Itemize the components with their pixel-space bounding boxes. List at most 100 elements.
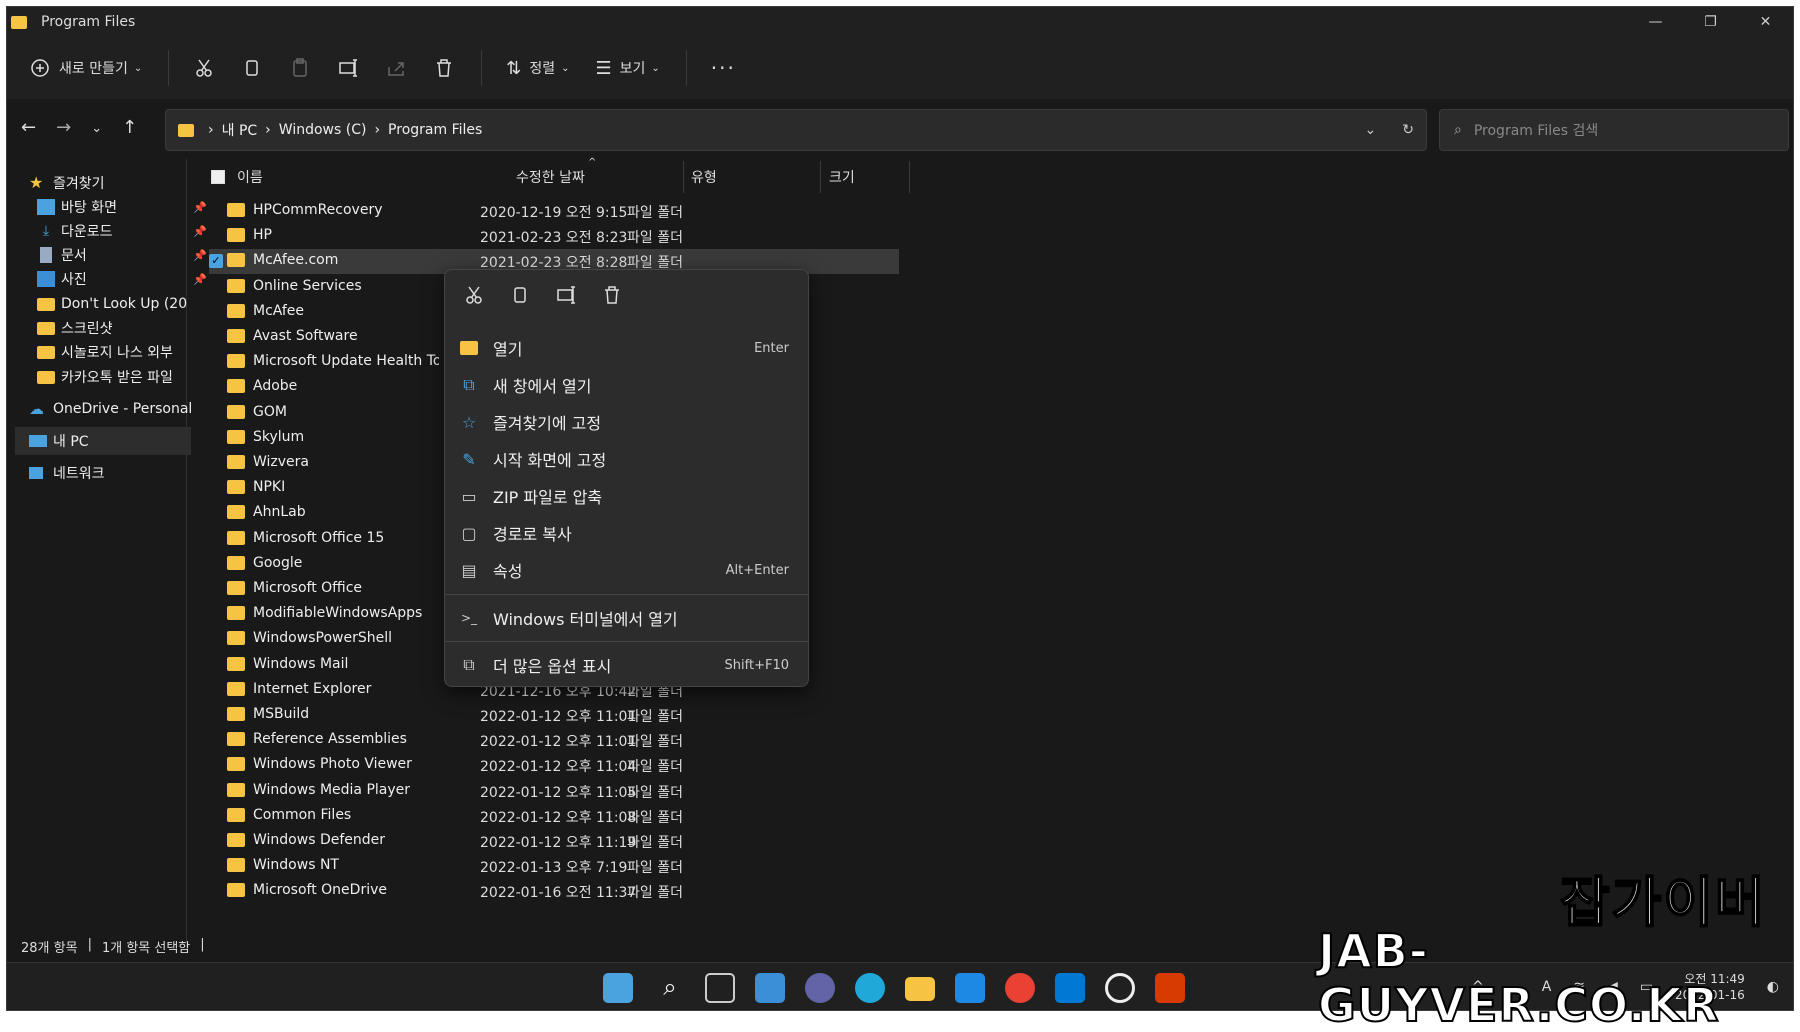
app-icon[interactable]: [1105, 973, 1135, 1003]
table-row[interactable]: Common Files 2022-01-12 오후 11:08 파일 폴더: [209, 804, 899, 829]
table-row[interactable]: Windows Photo Viewer 2022-01-12 오후 11:04 파…: [209, 753, 899, 778]
back-arrow-icon[interactable]: ←: [21, 117, 36, 141]
menu-item-copy-path[interactable]: ▢ 경로로 복사: [459, 515, 795, 551]
menu-divider: [445, 594, 808, 595]
up-arrow-icon[interactable]: ↑: [122, 117, 137, 141]
rename-icon[interactable]: [555, 284, 577, 306]
file-name: Windows Photo Viewer: [253, 756, 412, 773]
sidebar-item-onedrive[interactable]: ☁ OneDrive - Personal: [29, 395, 207, 423]
folder-icon: [227, 681, 245, 696]
file-name: HPCommRecovery: [253, 202, 383, 218]
column-header-size[interactable]: 크기: [829, 161, 855, 193]
office-icon[interactable]: [1155, 973, 1185, 1003]
more-options-button[interactable]: ···: [711, 56, 736, 80]
restore-button[interactable]: ❐: [1683, 7, 1738, 37]
menu-item-properties[interactable]: ▤ 속성 Alt+Enter: [459, 552, 795, 588]
file-type: 파일 폴더: [627, 709, 683, 725]
column-divider[interactable]: [909, 161, 910, 193]
file-date: 2021-02-23 오전 8:23: [480, 230, 628, 247]
copy-button[interactable]: [241, 57, 263, 79]
file-name: GOM: [253, 403, 287, 420]
table-row[interactable]: Microsoft OneDrive 2022-01-16 오전 11:37 파일 …: [209, 879, 899, 904]
file-date: 2022-01-12 오후 11:19: [480, 835, 637, 851]
menu-item-open-new-window[interactable]: ⧉ 새 창에서 열기: [459, 367, 795, 403]
rename-button[interactable]: [337, 57, 359, 79]
table-row[interactable]: HP 2021-02-23 오전 8:23 파일 폴더: [209, 224, 899, 249]
mail-icon[interactable]: [955, 973, 985, 1003]
widgets-icon[interactable]: [755, 973, 785, 1003]
table-row[interactable]: HPCommRecovery 2020-12-19 오전 9:15 파일 폴더: [209, 199, 899, 224]
chevron-right-icon: ›: [208, 122, 214, 138]
search-icon[interactable]: ⌕: [655, 973, 685, 1003]
folder-open-icon: [459, 338, 479, 358]
sidebar-item-pictures[interactable]: 사진 📌: [37, 265, 215, 293]
minimize-button[interactable]: —: [1628, 7, 1683, 37]
new-button[interactable]: 새로 만들기 ⌄: [29, 57, 142, 79]
table-row[interactable]: Windows Defender 2022-01-12 오후 11:19 파일 폴더: [209, 829, 899, 854]
chrome-icon[interactable]: [1005, 973, 1035, 1003]
chat-icon[interactable]: [805, 973, 835, 1003]
sort-button[interactable]: ⇅ 정렬 ⌄: [506, 58, 569, 79]
address-bar[interactable]: › 내 PC › Windows (C) › Program Files ⌄ ↻: [165, 109, 1427, 151]
start-icon[interactable]: [603, 973, 633, 1003]
folder-icon: [227, 883, 245, 898]
menu-item-open[interactable]: 열기 Enter: [459, 330, 795, 366]
table-row[interactable]: Reference Assemblies 2022-01-12 오후 11:01 파…: [209, 728, 899, 753]
select-all-checkbox[interactable]: [211, 161, 225, 193]
menu-item-pin-start[interactable]: ✎ 시작 화면에 고정: [459, 441, 795, 477]
column-divider[interactable]: [820, 161, 821, 193]
search-box[interactable]: ⌕ Program Files 검색: [1439, 109, 1789, 151]
trash-icon[interactable]: [601, 284, 623, 306]
view-button[interactable]: ☰ 보기 ⌄: [596, 58, 660, 79]
folder-icon: [227, 429, 245, 444]
toolbar-separator: [481, 50, 483, 86]
table-row[interactable]: Windows NT 2022-01-13 오후 7:19 파일 폴더: [209, 854, 899, 879]
file-date: 2020-12-19 오전 9:15: [480, 205, 628, 221]
column-header-type[interactable]: 유형: [691, 161, 717, 193]
sidebar-item-this-pc[interactable]: 내 PC: [15, 427, 191, 455]
breadcrumb-this-pc[interactable]: 내 PC: [222, 120, 258, 140]
star-icon: ★: [29, 173, 44, 192]
forward-arrow-icon[interactable]: →: [56, 117, 71, 141]
window-title: Program Files: [41, 14, 136, 30]
sidebar-item-label: 사진: [61, 272, 87, 288]
history-chevron-icon[interactable]: ⌄: [1365, 122, 1377, 138]
sidebar-item-label: 내 PC: [53, 434, 89, 450]
close-button[interactable]: ✕: [1738, 7, 1793, 37]
copy-icon[interactable]: [509, 284, 531, 306]
sidebar-item-synology[interactable]: 시놀로지 나스 외부: [37, 338, 215, 366]
command-bar: 새로 만들기 ⌄ ⇅ 정렬 ⌄ ☰ 보기 ⌄ ···: [7, 37, 1793, 99]
sidebar-item-kakaotalk[interactable]: 카카오톡 받은 파일: [37, 363, 215, 391]
menu-item-more-options[interactable]: ⧉ 더 많은 옵션 표시 Shift+F10: [459, 647, 795, 683]
sidebar-item-network[interactable]: 네트워크: [29, 459, 207, 487]
scissors-icon[interactable]: [463, 284, 485, 306]
menu-item-compress-zip[interactable]: ▭ ZIP 파일로 압축: [459, 478, 795, 514]
paste-button[interactable]: [289, 57, 311, 79]
edge-browser-icon[interactable]: [855, 973, 885, 1003]
refresh-icon[interactable]: ↻: [1402, 122, 1414, 138]
checkbox-checked-icon[interactable]: ✓: [209, 254, 223, 269]
cut-button[interactable]: [193, 57, 215, 79]
folder-icon: [227, 203, 245, 217]
folder-icon: [227, 656, 245, 671]
explorer-window: Program Files — ❐ ✕ 새로 만들기 ⌄ ⇅ 정렬 ⌄ ☰ 보기…: [6, 6, 1794, 1011]
menu-item-pin-favorites[interactable]: ☆ 즐겨찾기에 고정: [459, 404, 795, 440]
column-header-date[interactable]: 수정한 날짜 ^: [516, 157, 596, 193]
table-row[interactable]: MSBuild 2022-01-12 오후 11:01 파일 폴더: [209, 703, 899, 728]
breadcrumb-drive[interactable]: Windows (C): [279, 122, 367, 138]
share-button[interactable]: [385, 57, 407, 79]
delete-button[interactable]: [433, 57, 455, 79]
store-icon[interactable]: [1055, 973, 1085, 1003]
column-header-name[interactable]: 이름: [237, 161, 263, 193]
recent-chevron-icon[interactable]: ⌄: [91, 117, 102, 141]
file-explorer-icon[interactable]: [905, 977, 935, 1001]
menu-item-open-terminal[interactable]: >_ Windows 터미널에서 열기: [459, 600, 795, 636]
table-row[interactable]: Windows Media Player 2022-01-12 오후 11:05 파…: [209, 779, 899, 804]
column-divider[interactable]: [683, 161, 684, 193]
search-input[interactable]: Program Files 검색: [1474, 120, 1598, 140]
task-view-icon[interactable]: [705, 973, 735, 1003]
folder-icon: [227, 228, 245, 243]
breadcrumb-folder[interactable]: Program Files: [388, 122, 482, 138]
external-window-icon: ⧉: [463, 375, 475, 394]
list-view-icon: ☰: [595, 57, 612, 79]
